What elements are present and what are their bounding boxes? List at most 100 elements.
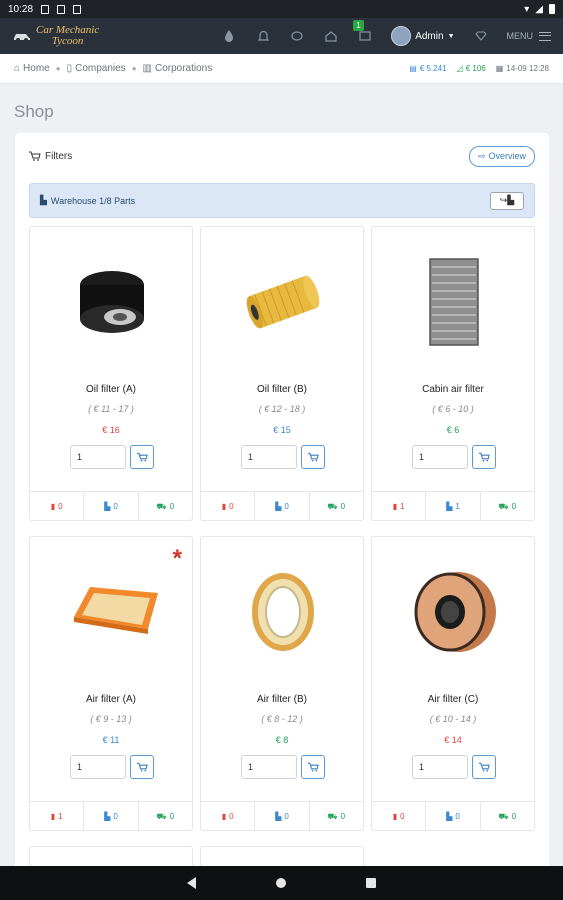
warehouse-icon: ▙ — [275, 502, 282, 511]
back-icon[interactable] — [187, 877, 196, 889]
bell-icon[interactable] — [255, 28, 271, 44]
filters-toggle[interactable]: Filters — [29, 151, 72, 162]
stock-warehouse[interactable]: ▙ 0 — [255, 802, 310, 831]
chart-icon: ◿ — [456, 64, 463, 73]
stock-trash[interactable]: ▮ 0 — [201, 492, 256, 521]
breadcrumb-companies[interactable]: ▯ Companies — [67, 63, 126, 74]
quantity-input[interactable] — [412, 755, 468, 779]
hamburger-icon — [539, 31, 551, 41]
wallet-stat: ◿ € 106 — [456, 64, 486, 73]
stock-row: ▮ 1 ▙ 1 ⛟ 0 — [372, 491, 534, 521]
home-button-icon[interactable] — [276, 878, 286, 888]
quantity-input[interactable] — [241, 755, 297, 779]
air-filter-panel-icon — [74, 587, 158, 634]
breadcrumb-home[interactable]: ⌂ Home — [14, 63, 50, 74]
menu-button[interactable]: MENU — [506, 31, 551, 41]
stock-warehouse[interactable]: ▙ 0 — [84, 492, 139, 521]
overview-button[interactable]: ⇨ Overview — [468, 145, 535, 167]
warehouse-icon: ▙ — [275, 812, 282, 821]
cart-icon — [307, 452, 319, 462]
product-price-range: ( € 12 - 18 ) — [258, 404, 306, 414]
building-icon: ▯ — [66, 63, 73, 74]
shop-card: Filters ⇨ Overview ▙ Warehouse 1/8 Parts… — [15, 133, 549, 886]
stock-delivery[interactable]: ⛟ 0 — [139, 802, 192, 831]
stock-delivery[interactable]: ⛟ 0 — [139, 492, 192, 521]
truck-icon: ⛟ — [327, 811, 338, 821]
quantity-input[interactable] — [241, 445, 297, 469]
product-price-range: ( € 9 - 13 ) — [90, 714, 132, 724]
trash-icon: ▮ — [221, 812, 227, 821]
stock-trash[interactable]: ▮ 1 — [30, 802, 85, 831]
stock-delivery[interactable]: ⛟ 0 — [481, 802, 534, 831]
add-to-cart-button[interactable] — [472, 755, 496, 779]
stock-trash[interactable]: ▮ 0 — [201, 802, 256, 831]
air-filter-round-icon — [414, 572, 496, 652]
stock-warehouse[interactable]: ▙ 1 — [426, 492, 481, 521]
transfer-icon: ↪▙ — [499, 195, 515, 205]
stock-row: ▮ 0 ▙ 0 ⛟ 0 — [30, 491, 192, 521]
messages-icon[interactable]: 1 — [353, 20, 373, 44]
oil-drop-icon[interactable] — [221, 28, 237, 44]
warehouse-label: Warehouse 1/8 Parts — [50, 195, 136, 206]
product-name: Oil filter (B) — [257, 384, 307, 395]
air-filter-ring-icon — [252, 573, 314, 651]
stock-delivery[interactable]: ⛟ 0 — [481, 492, 534, 521]
home-nav-icon[interactable] — [323, 28, 339, 44]
product-name: Air filter (B) — [257, 694, 307, 705]
quantity-input[interactable] — [70, 445, 126, 469]
cart-icon — [307, 762, 319, 772]
add-to-cart-button[interactable] — [301, 445, 325, 469]
recents-icon[interactable] — [366, 878, 376, 888]
stock-trash[interactable]: ▮ 1 — [372, 492, 427, 521]
cart-icon — [136, 452, 148, 462]
stock-warehouse[interactable]: ▙ 0 — [255, 492, 310, 521]
add-to-cart-button[interactable] — [301, 755, 325, 779]
breadcrumb-corporations[interactable]: ▥ Corporations — [143, 63, 213, 74]
money-stat: ▤ € 5.241 — [409, 64, 447, 73]
truck-icon: ⛟ — [156, 501, 167, 511]
menu-label: MENU — [506, 31, 534, 41]
breadcrumb-companies-label: Companies — [75, 63, 126, 74]
breadcrumb-separator: ● — [55, 64, 61, 73]
datetime-stat: ▦ 14-09 12:28 — [495, 64, 549, 73]
app-logo[interactable]: Car Mechanic Tycoon — [12, 25, 99, 47]
product-price-range: ( € 8 - 12 ) — [261, 714, 303, 724]
page-title: Shop — [14, 102, 54, 121]
status-bar: 10:28 ▾ ◢ — [0, 0, 563, 18]
add-to-cart-button[interactable] — [130, 445, 154, 469]
warehouse-icon: ▙ — [104, 502, 111, 511]
quantity-input[interactable] — [412, 445, 468, 469]
product-price: € 15 — [273, 425, 291, 435]
notification-icon — [41, 4, 50, 14]
truck-icon: ⛟ — [327, 501, 338, 511]
diamond-icon[interactable] — [473, 28, 489, 44]
stock-trash[interactable]: ▮ 0 — [30, 492, 85, 521]
warehouse-transfer-button[interactable]: ↪▙ — [490, 191, 524, 210]
cart-icon — [478, 452, 490, 462]
quantity-input[interactable] — [70, 755, 126, 779]
system-nav-bar — [0, 866, 563, 900]
chevron-down-icon: ▼ — [447, 32, 455, 40]
signal-icon: ◢ — [535, 3, 543, 15]
message-badge: 1 — [353, 20, 364, 31]
chat-icon[interactable] — [289, 28, 305, 44]
avatar — [391, 26, 412, 46]
stock-delivery[interactable]: ⛟ 0 — [310, 492, 363, 521]
arrow-right-icon: ⇨ — [477, 150, 486, 161]
stock-warehouse[interactable]: ▙ 0 — [426, 802, 481, 831]
add-to-cart-button[interactable] — [472, 445, 496, 469]
product-price: € 11 — [102, 735, 120, 745]
trash-icon: ▮ — [50, 812, 56, 821]
add-to-cart-button[interactable] — [130, 755, 154, 779]
status-time: 10:28 — [8, 3, 34, 15]
stock-delivery[interactable]: ⛟ 0 — [310, 802, 363, 831]
product-card: Cabin air filter ( € 6 - 10 ) € 6 ▮1 ▙1 … — [371, 226, 535, 521]
player-stats: ▤ € 5.241 ◿ € 106 ▦ 14-09 12:28 — [409, 64, 549, 73]
product-name: Oil filter (A) — [86, 384, 136, 395]
stock-warehouse[interactable]: ▙ 0 — [84, 802, 139, 831]
cash-icon: ▤ — [409, 64, 417, 73]
product-card: Air filter (B) ( € 8 - 12 ) € 8 ▮0 ▙0 ⛟0 — [200, 536, 364, 831]
stock-trash[interactable]: ▮ 0 — [372, 802, 427, 831]
warehouse-icon: ▙ — [104, 812, 111, 821]
admin-menu[interactable]: Admin ▼ — [391, 26, 455, 46]
